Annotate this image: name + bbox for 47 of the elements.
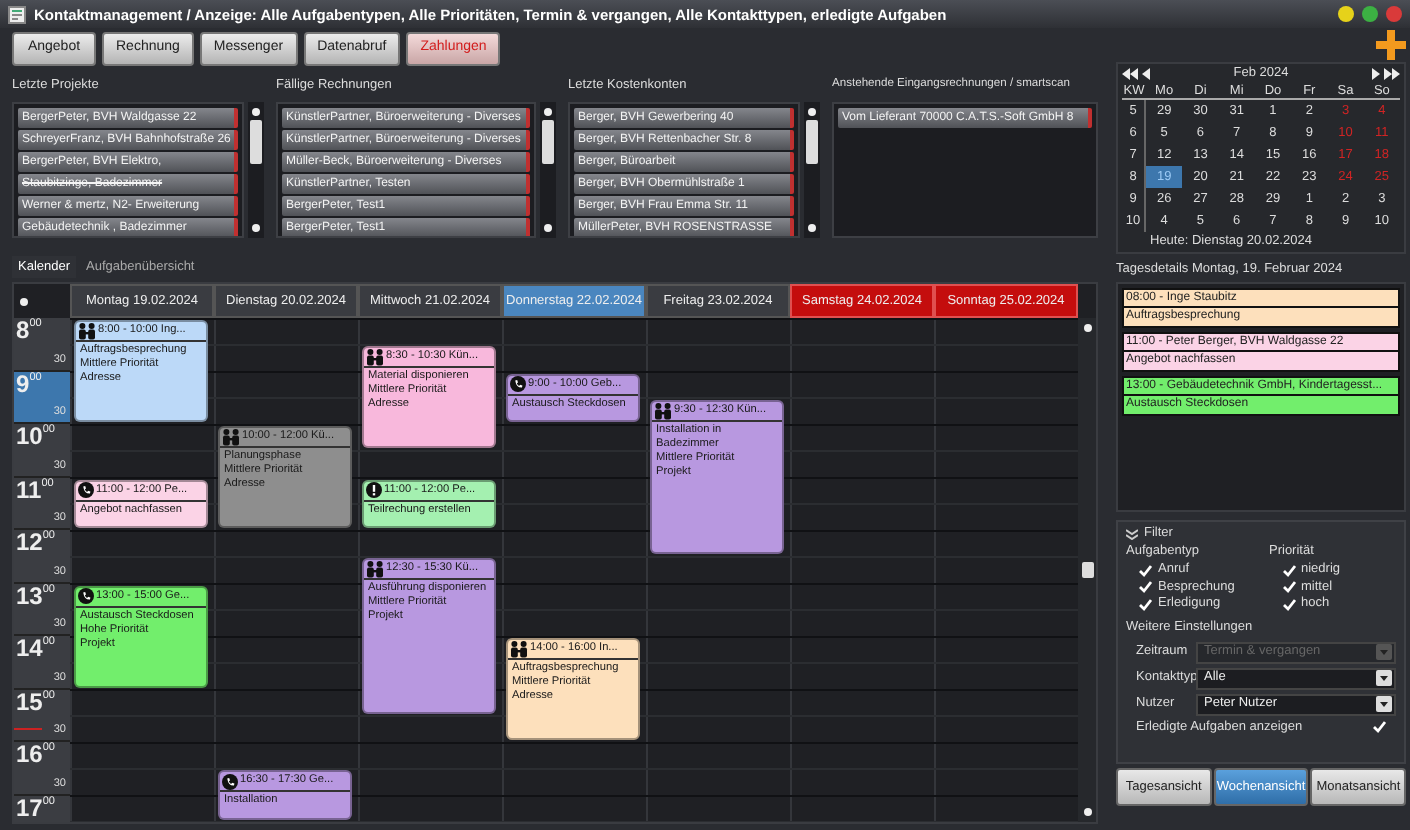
current-time-line <box>14 728 42 731</box>
chevron-icon[interactable] <box>1126 528 1138 540</box>
phone-icon <box>78 482 94 498</box>
app-icon <box>8 5 26 23</box>
exclamation-icon <box>366 482 382 498</box>
right-icon[interactable] <box>1372 67 1380 79</box>
phone-icon <box>222 773 238 790</box>
hour-label: 15 <box>14 689 43 713</box>
hour-label: 12 <box>14 530 43 554</box>
caret-icon <box>1376 670 1392 686</box>
hour-label: 8 <box>14 318 30 342</box>
minimize-button[interactable] <box>1338 6 1354 22</box>
checkbox[interactable] <box>1138 597 1152 612</box>
checkbox[interactable] <box>1138 580 1152 595</box>
left-icon[interactable] <box>1142 67 1150 79</box>
checkbox[interactable] <box>1281 597 1295 612</box>
close-button[interactable] <box>1386 6 1402 22</box>
maximize-button[interactable] <box>1362 6 1378 22</box>
double-right-icon[interactable] <box>1384 67 1400 79</box>
people-icon <box>510 640 528 658</box>
scrollbar[interactable] <box>1078 318 1096 822</box>
scrollbar[interactable] <box>804 102 820 238</box>
checkbox[interactable] <box>1372 720 1386 734</box>
caret-icon <box>1376 644 1392 660</box>
people-icon <box>654 401 672 420</box>
caret-icon <box>1376 696 1392 712</box>
phone-icon <box>510 376 526 392</box>
checkbox[interactable] <box>1281 563 1295 578</box>
scrollbar[interactable] <box>540 102 556 238</box>
phone-icon <box>78 588 94 604</box>
hour-label: 17 <box>14 795 43 819</box>
plus-icon[interactable] <box>1376 30 1406 60</box>
checkbox[interactable] <box>1281 580 1295 595</box>
people-icon <box>366 560 384 579</box>
hour-label: 11 <box>14 477 42 501</box>
hour-label: 13 <box>14 583 43 607</box>
dot-icon[interactable] <box>20 297 28 305</box>
checkbox[interactable] <box>1138 563 1152 578</box>
hour-label: 16 <box>14 742 43 766</box>
hour-label: 9 <box>14 371 30 395</box>
hour-label: 10 <box>14 424 43 448</box>
people-icon <box>366 348 384 367</box>
double-left-icon[interactable] <box>1122 67 1138 79</box>
hour-label: 14 <box>14 636 43 660</box>
scrollbar[interactable] <box>248 102 264 238</box>
people-icon <box>222 428 240 446</box>
people-icon <box>78 322 96 340</box>
